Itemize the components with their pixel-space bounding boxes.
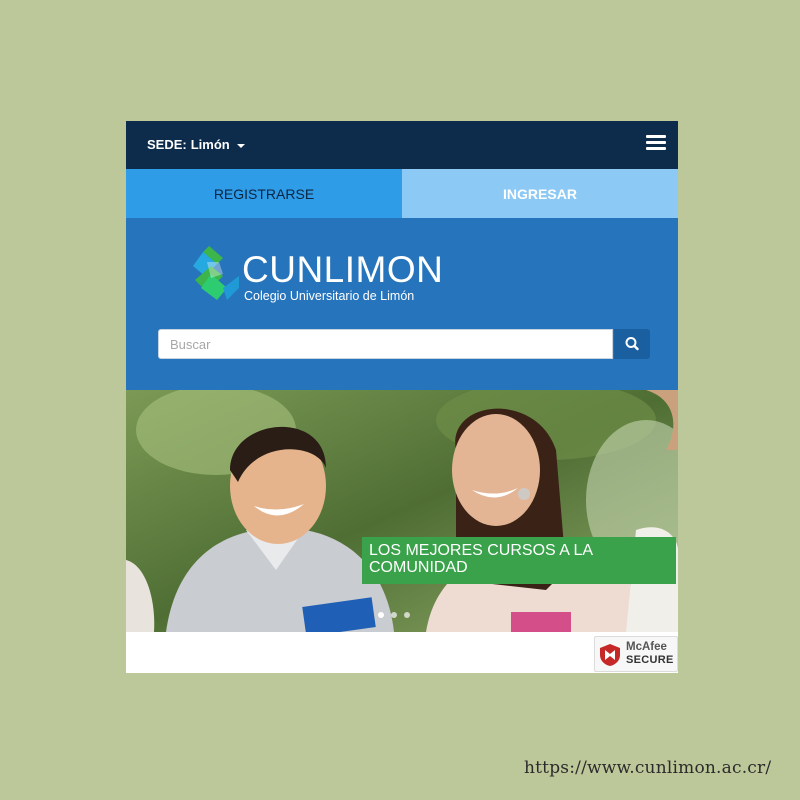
top-bar: SEDE: Limón (126, 121, 678, 169)
sede-value: Limón (190, 137, 230, 152)
sede-label: SEDE: (147, 137, 187, 152)
search-input[interactable] (158, 329, 613, 359)
carousel-dot[interactable] (378, 612, 384, 618)
carousel-dot[interactable] (404, 612, 410, 618)
site-header: CUNLIMON Colegio Universitario de Limón (126, 218, 678, 390)
logo-subtitle: Colegio Universitario de Limón (244, 289, 415, 303)
search-icon (625, 337, 639, 351)
mcafee-secure-label: SECURE (626, 654, 674, 666)
hamburger-menu-icon[interactable] (646, 135, 666, 151)
carousel-indicators (378, 612, 410, 618)
login-tab[interactable]: INGRESAR (402, 169, 678, 218)
caret-down-icon (236, 143, 245, 148)
mobile-screen: SEDE: Limón REGISTRARSE INGRESAR CUNLIMO… (126, 121, 678, 673)
cunlimon-logo[interactable]: CUNLIMON Colegio Universitario de Limón (193, 244, 443, 306)
cunlimon-emblem-icon (193, 246, 239, 300)
logo-name: CUNLIMON (242, 249, 444, 290)
carousel-dot[interactable] (391, 612, 397, 618)
mcafee-shield-icon (600, 644, 620, 666)
mcafee-brand: McAfee (626, 641, 667, 653)
auth-tabs: REGISTRARSE INGRESAR (126, 169, 678, 218)
page-url: https://www.cunlimon.ac.cr/ (524, 758, 772, 778)
hero-carousel[interactable]: LOS MEJORES CURSOS A LA COMUNIDAD (126, 390, 678, 632)
hero-caption: LOS MEJORES CURSOS A LA COMUNIDAD (362, 537, 676, 584)
hero-students-photo (126, 390, 678, 632)
footer-strip: McAfee SECURE (126, 632, 678, 673)
mcafee-secure-badge[interactable]: McAfee SECURE (594, 636, 678, 672)
search-button[interactable] (614, 329, 650, 359)
register-tab[interactable]: REGISTRARSE (126, 169, 402, 218)
sede-dropdown[interactable]: SEDE: Limón (147, 137, 245, 152)
